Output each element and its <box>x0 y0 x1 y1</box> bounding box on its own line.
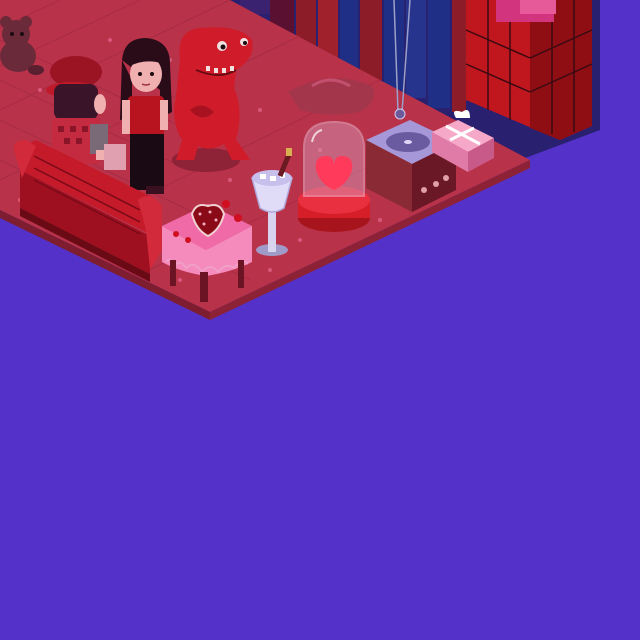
game-viewport[interactable] <box>0 0 640 640</box>
heart-glass-dome[interactable] <box>298 120 370 232</box>
room-scene[interactable] <box>0 0 640 640</box>
